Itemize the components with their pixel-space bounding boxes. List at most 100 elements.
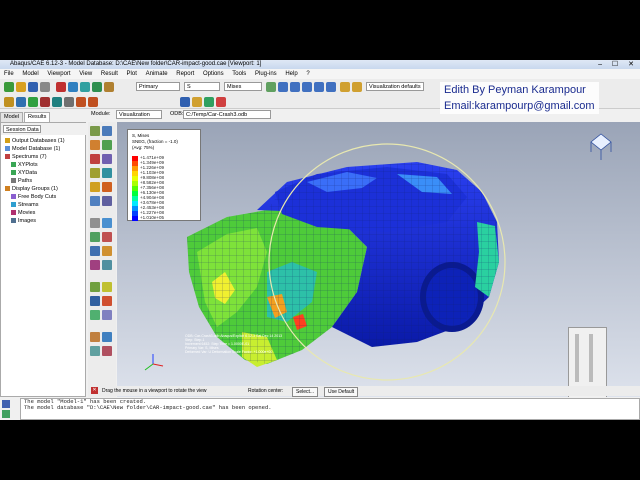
replace-selected-icon[interactable]	[102, 282, 112, 292]
section-points-icon[interactable]	[90, 346, 100, 356]
menu-viewport[interactable]: Viewport	[47, 71, 70, 77]
contour-plot-icon[interactable]	[40, 97, 50, 107]
magnify-icon[interactable]	[290, 82, 300, 92]
menu-view[interactable]: View	[79, 71, 92, 77]
field-output-icon[interactable]	[90, 332, 100, 342]
render-icon[interactable]	[180, 97, 190, 107]
pan-icon[interactable]	[266, 82, 276, 92]
view-cube-icon[interactable]	[589, 132, 613, 162]
tree-item-xyplots[interactable]: XYPlots	[11, 161, 38, 169]
view-front-icon[interactable]	[352, 82, 362, 92]
material-orientation-icon[interactable]	[64, 97, 74, 107]
deformed-icon[interactable]	[28, 97, 38, 107]
symbol-icon[interactable]	[80, 82, 90, 92]
overlay-plot-icon[interactable]	[102, 168, 112, 178]
viewport-annotation-icon[interactable]	[102, 310, 112, 320]
free-body-manager-icon[interactable]	[90, 260, 100, 270]
undeformed-icon[interactable]	[16, 97, 26, 107]
allow-multiple-plot-icon[interactable]	[90, 168, 100, 178]
menu-tools[interactable]: Tools	[232, 71, 246, 77]
menu-plot[interactable]: Plot	[127, 71, 137, 77]
result-options-icon[interactable]	[102, 346, 112, 356]
variable-select[interactable]: S	[184, 82, 220, 91]
view-iso-icon[interactable]	[340, 82, 350, 92]
report-xy-icon[interactable]	[102, 232, 112, 242]
menu-report[interactable]: Report	[176, 71, 194, 77]
tree-item-xydata[interactable]: XYData	[11, 169, 37, 177]
menu-plugins[interactable]: Plug-ins	[255, 71, 277, 77]
report-field-icon[interactable]	[90, 232, 100, 242]
wireframe-icon[interactable]	[204, 97, 214, 107]
stream-manager-icon[interactable]	[102, 246, 112, 256]
symbol-plot-icon[interactable]	[52, 97, 62, 107]
animate-harmonic-icon[interactable]	[90, 196, 100, 206]
plot-icon[interactable]	[56, 82, 66, 92]
display-group-icon[interactable]	[90, 282, 100, 292]
create-xy-data-icon[interactable]	[90, 218, 100, 228]
module-select[interactable]: Visualization	[116, 110, 162, 119]
frame-icon[interactable]	[92, 82, 102, 92]
animation-options-icon[interactable]	[102, 196, 112, 206]
step-frame-icon[interactable]	[102, 332, 112, 342]
query-icon[interactable]	[90, 296, 100, 306]
animate-time-icon[interactable]	[102, 182, 112, 192]
print-icon[interactable]	[40, 82, 50, 92]
tree-item-images[interactable]: Images	[11, 217, 36, 225]
path-manager-icon[interactable]	[90, 246, 100, 256]
line-volume-slider[interactable]	[589, 334, 593, 382]
open-icon[interactable]	[16, 82, 26, 92]
tree-item-output-databases[interactable]: Output Databases (1)	[5, 137, 65, 145]
wave-volume-slider[interactable]	[575, 334, 579, 382]
tree-item-spectrums[interactable]: Spectrums (7)	[5, 153, 47, 161]
message-area-icon[interactable]	[2, 400, 10, 408]
use-default-button[interactable]: Use Default	[324, 387, 359, 397]
tree-item-paths[interactable]: Paths	[11, 177, 32, 185]
tree-item-streams[interactable]: Streams	[11, 201, 38, 209]
plot-contours-icon[interactable]	[90, 140, 100, 150]
superimpose-icon[interactable]	[90, 310, 100, 320]
viewport[interactable]: S, Mises SNEG, (fraction = -1.0) (Avg: 7…	[117, 122, 640, 397]
menu-whats-this[interactable]: ?	[306, 71, 309, 77]
contour-icon[interactable]	[68, 82, 78, 92]
zoom-icon[interactable]	[302, 82, 312, 92]
new-icon[interactable]	[4, 82, 14, 92]
auto-fit-icon[interactable]	[326, 82, 336, 92]
menu-animate[interactable]: Animate	[146, 71, 168, 77]
tree-item-free-body-cuts[interactable]: Free Body Cuts	[11, 193, 56, 201]
animate-icon[interactable]	[104, 82, 114, 92]
xy-data-manager-icon[interactable]	[102, 218, 112, 228]
box-zoom-icon[interactable]	[314, 82, 324, 92]
menu-model[interactable]: Model	[22, 71, 38, 77]
shade-icon[interactable]	[192, 97, 202, 107]
common-options-icon[interactable]	[102, 296, 112, 306]
view-cut-icon[interactable]	[102, 260, 112, 270]
session-data-select[interactable]: Session Data	[3, 125, 41, 133]
menu-options[interactable]: Options	[203, 71, 224, 77]
menu-result[interactable]: Result	[101, 71, 118, 77]
hidden-line-icon[interactable]	[216, 97, 226, 107]
plot-contours-both-icon[interactable]	[102, 140, 112, 150]
cancel-icon[interactable]: ✕	[91, 387, 98, 394]
menu-help[interactable]: Help	[285, 71, 297, 77]
mesh-icon[interactable]	[4, 97, 14, 107]
tree-item-display-groups[interactable]: Display Groups (1)	[5, 185, 58, 193]
frame-first-icon[interactable]	[76, 97, 86, 107]
plot-deformed-icon[interactable]	[102, 126, 112, 136]
rotate-icon[interactable]	[278, 82, 288, 92]
select-button[interactable]: Select...	[292, 387, 319, 397]
invariant-select[interactable]: Mises	[224, 82, 262, 91]
tree-item-movies[interactable]: Movies	[11, 209, 35, 217]
tree-item-model-database[interactable]: Model Database (1)	[5, 145, 60, 153]
window-controls[interactable]: – ☐ ✕	[598, 60, 638, 69]
odb-select[interactable]: C:/Temp/Car-Crash3.odb	[183, 110, 271, 119]
plot-material-icon[interactable]	[102, 154, 112, 164]
frame-last-icon[interactable]	[88, 97, 98, 107]
save-icon[interactable]	[28, 82, 38, 92]
menu-file[interactable]: File	[4, 71, 14, 77]
plot-symbols-icon[interactable]	[90, 154, 100, 164]
plot-undeformed-icon[interactable]	[90, 126, 100, 136]
python-console-icon[interactable]	[2, 410, 10, 418]
visualization-defaults-select[interactable]: Visualization defaults	[366, 82, 424, 91]
output-position-select[interactable]: Primary	[136, 82, 180, 91]
animate-scale-icon[interactable]	[90, 182, 100, 192]
